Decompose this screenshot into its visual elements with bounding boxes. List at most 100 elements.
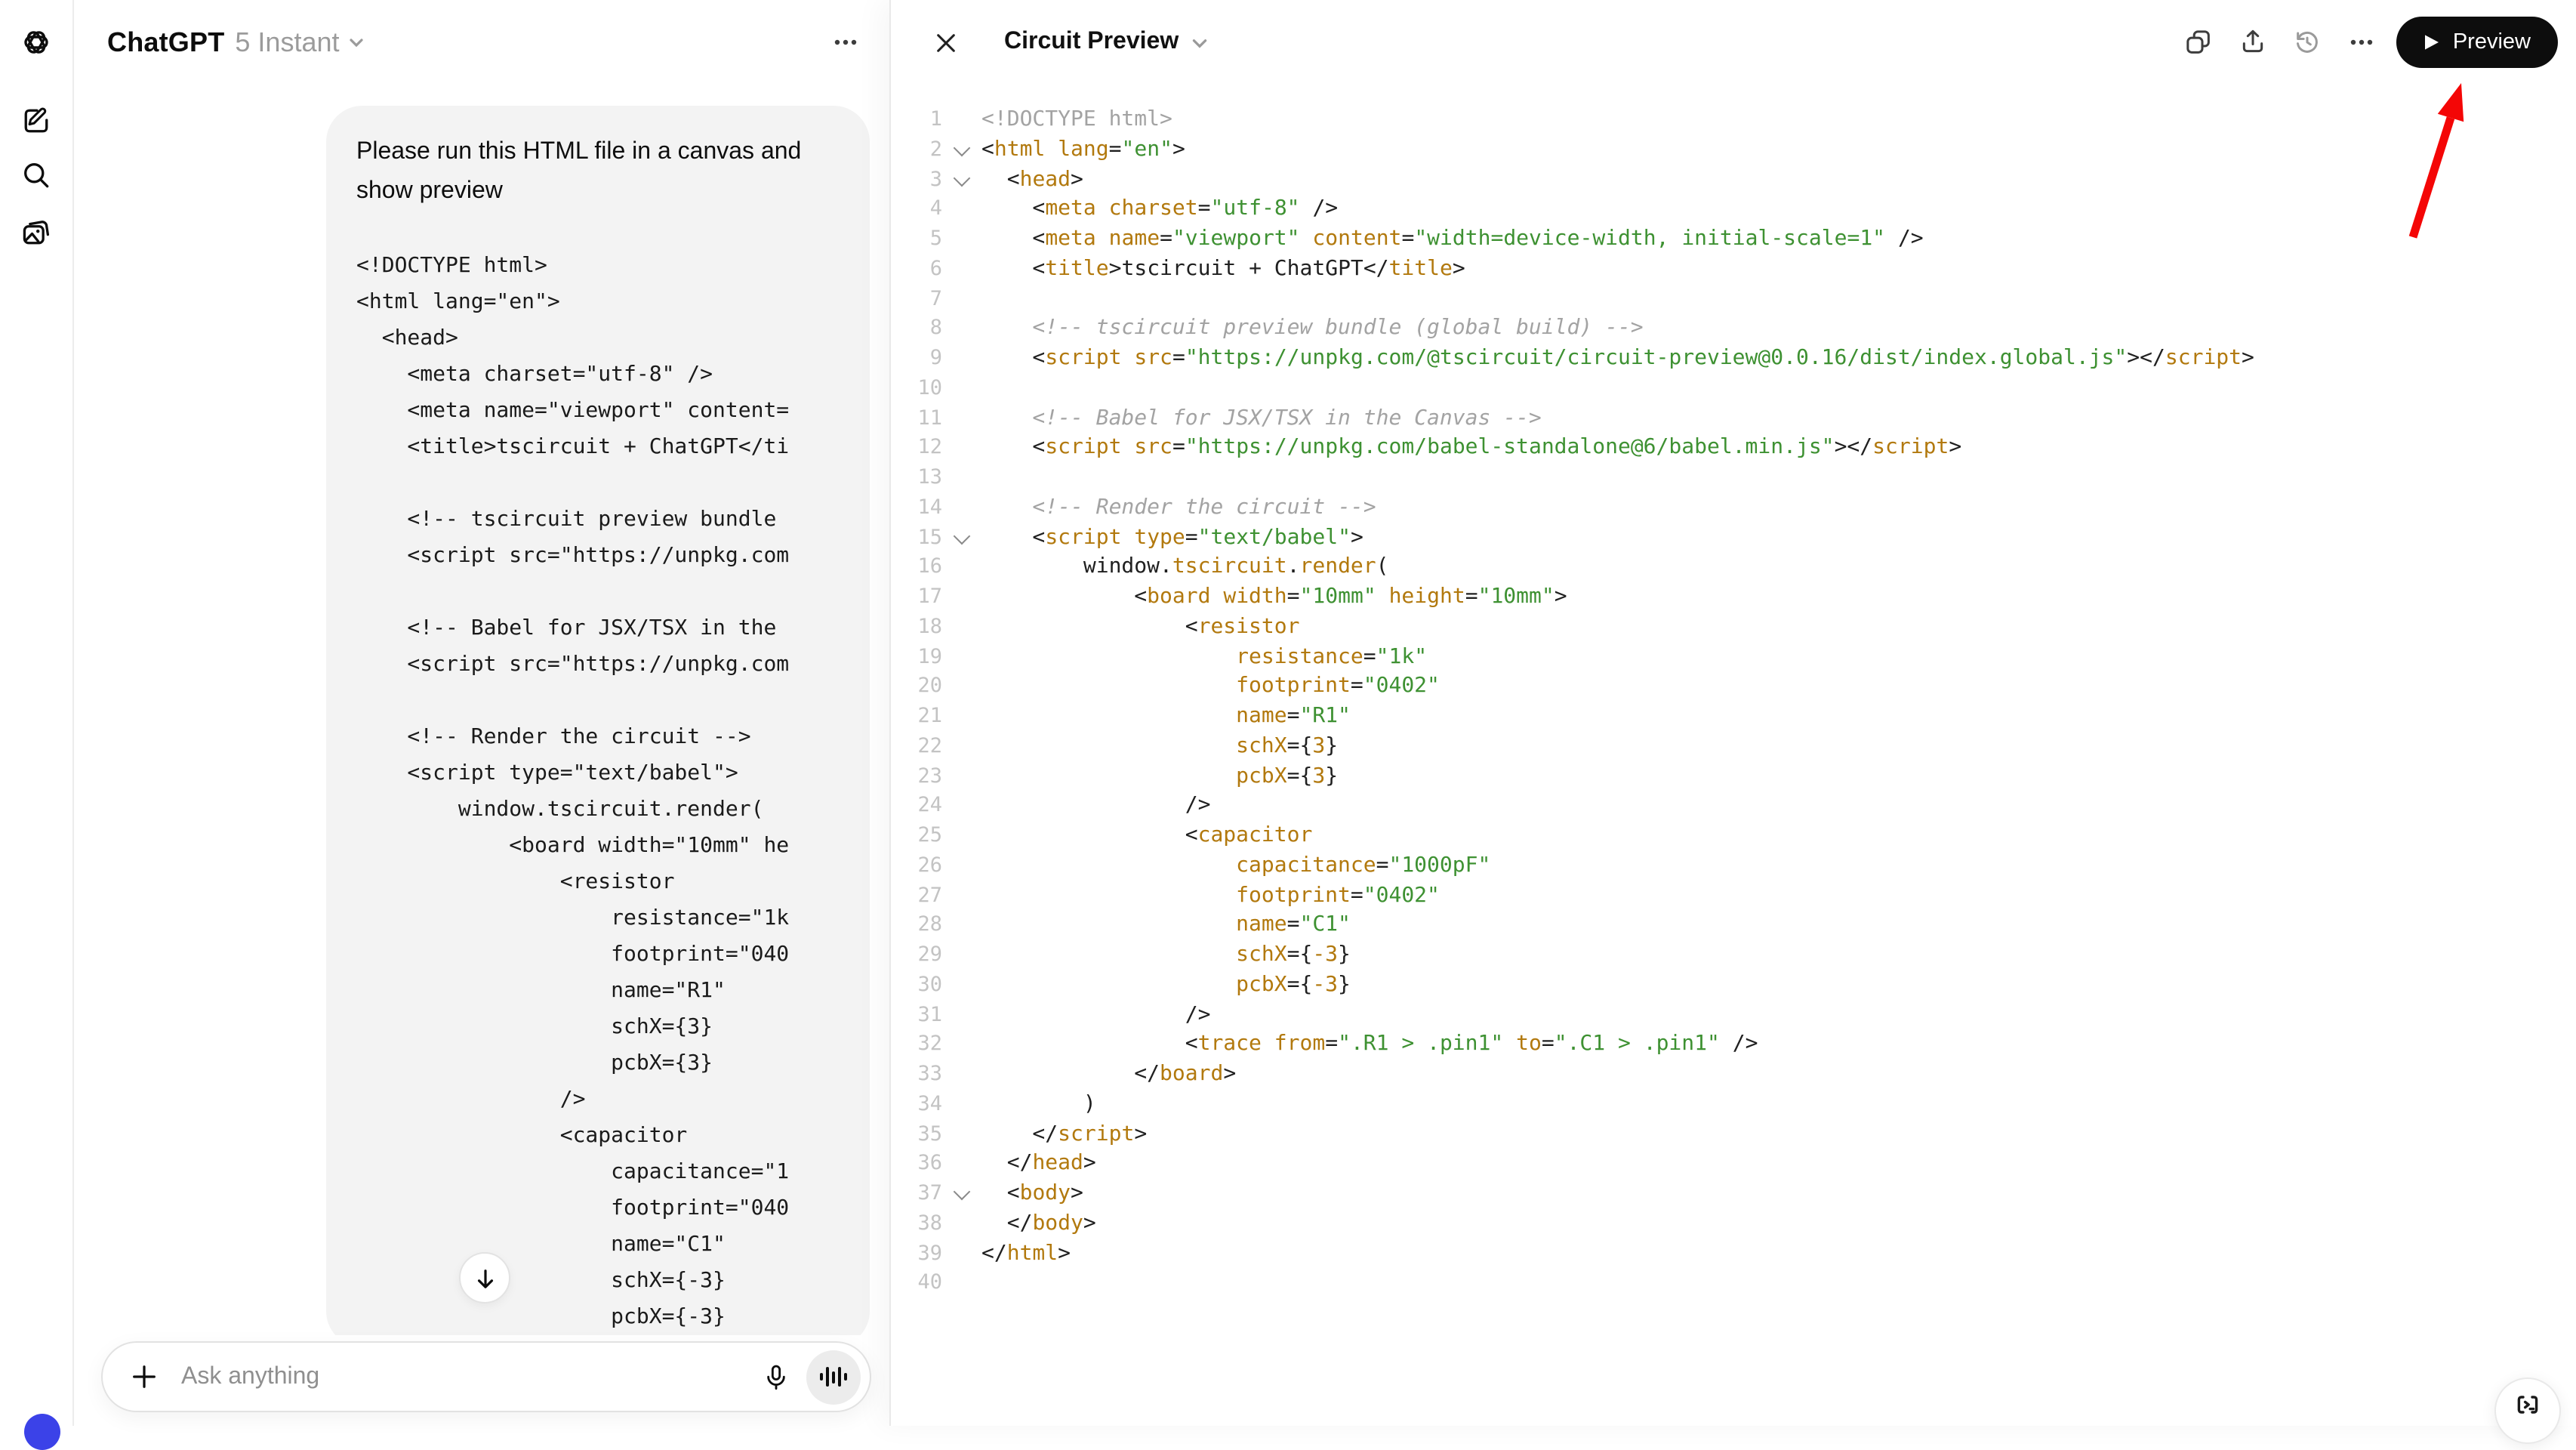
line-number[interactable]: 12 <box>891 434 942 464</box>
editor-line[interactable]: 4 <meta charset="utf-8" /> <box>891 196 2576 226</box>
library-button[interactable] <box>15 211 57 254</box>
line-number[interactable]: 31 <box>891 1001 942 1031</box>
line-number[interactable]: 33 <box>891 1060 942 1091</box>
editor-line[interactable]: 29 schX={-3} <box>891 941 2576 971</box>
line-number[interactable]: 15 <box>891 523 942 554</box>
scroll-to-bottom-button[interactable] <box>459 1252 510 1303</box>
voice-mode-button[interactable] <box>806 1350 861 1404</box>
line-number[interactable]: 27 <box>891 881 942 912</box>
editor-line[interactable]: 32 <trace from=".R1 > .pin1" to=".C1 > .… <box>891 1031 2576 1061</box>
user-avatar[interactable] <box>24 1414 60 1450</box>
line-number[interactable]: 20 <box>891 673 942 703</box>
editor-line[interactable]: 24 /> <box>891 792 2576 822</box>
editor-line[interactable]: 37 <body> <box>891 1180 2576 1210</box>
canvas-title[interactable]: Circuit Preview <box>1004 29 1179 56</box>
dictate-button[interactable] <box>758 1359 794 1395</box>
line-number[interactable]: 9 <box>891 344 942 375</box>
editor-line[interactable]: 20 footprint="0402" <box>891 673 2576 703</box>
editor-line[interactable]: 10 <box>891 375 2576 405</box>
editor-line[interactable]: 2<html lang="en"> <box>891 136 2576 166</box>
composer[interactable] <box>101 1341 871 1412</box>
editor-line[interactable]: 14 <!-- Render the circuit --> <box>891 494 2576 524</box>
line-number[interactable]: 6 <box>891 255 942 285</box>
console-button[interactable] <box>2494 1378 2561 1444</box>
openai-logo[interactable] <box>15 21 57 63</box>
line-number[interactable]: 37 <box>891 1180 942 1210</box>
editor-line[interactable]: 34 ) <box>891 1091 2576 1121</box>
editor-line[interactable]: 7 <box>891 285 2576 315</box>
editor-line[interactable]: 8 <!-- tscircuit preview bundle (global … <box>891 315 2576 345</box>
line-number[interactable]: 2 <box>891 136 942 166</box>
line-number[interactable]: 26 <box>891 852 942 882</box>
editor-line[interactable]: 30 pcbX={-3} <box>891 971 2576 1001</box>
line-number[interactable]: 8 <box>891 315 942 345</box>
line-number[interactable]: 16 <box>891 554 942 584</box>
line-number[interactable]: 13 <box>891 464 942 494</box>
line-number[interactable]: 25 <box>891 822 942 852</box>
editor-line[interactable]: 15 <script type="text/babel"> <box>891 523 2576 554</box>
editor-line[interactable]: 3 <head> <box>891 165 2576 196</box>
editor-line[interactable]: 40 <box>891 1270 2576 1300</box>
chevron-down-icon[interactable] <box>1189 32 1209 52</box>
editor-line[interactable]: 6 <title>tscircuit + ChatGPT</title> <box>891 255 2576 285</box>
fold-toggle[interactable] <box>942 523 981 554</box>
editor-line[interactable]: 9 <script src="https://unpkg.com/@tscirc… <box>891 344 2576 375</box>
history-button[interactable] <box>2291 26 2325 59</box>
line-number[interactable]: 18 <box>891 613 942 643</box>
line-number[interactable]: 24 <box>891 792 942 822</box>
fold-toggle[interactable] <box>942 136 981 166</box>
editor-line[interactable]: 1<!DOCTYPE html> <box>891 106 2576 136</box>
chat-input[interactable] <box>178 1362 758 1392</box>
line-number[interactable]: 22 <box>891 733 942 763</box>
editor-line[interactable]: 18 <resistor <box>891 613 2576 643</box>
share-button[interactable] <box>2237 26 2270 59</box>
editor-line[interactable]: 39</html> <box>891 1239 2576 1270</box>
chevron-down-icon[interactable] <box>347 33 365 51</box>
fold-toggle[interactable] <box>942 165 981 196</box>
search-button[interactable] <box>15 154 57 196</box>
editor-line[interactable]: 17 <board width="10mm" height="10mm"> <box>891 583 2576 613</box>
model-name[interactable]: ChatGPT <box>107 26 224 58</box>
attach-button[interactable] <box>127 1360 160 1393</box>
editor-line[interactable]: 22 schX={3} <box>891 733 2576 763</box>
line-number[interactable]: 10 <box>891 375 942 405</box>
editor-line[interactable]: 35 </script> <box>891 1120 2576 1150</box>
line-number[interactable]: 28 <box>891 912 942 942</box>
line-number[interactable]: 35 <box>891 1120 942 1150</box>
line-number[interactable]: 29 <box>891 941 942 971</box>
close-canvas-button[interactable] <box>924 21 966 63</box>
editor-line[interactable]: 12 <script src="https://unpkg.com/babel-… <box>891 434 2576 464</box>
editor-line[interactable]: 21 name="R1" <box>891 702 2576 733</box>
line-number[interactable]: 7 <box>891 285 942 315</box>
editor-line[interactable]: 23 pcbX={3} <box>891 762 2576 792</box>
editor-line[interactable]: 28 name="C1" <box>891 912 2576 942</box>
line-number[interactable]: 14 <box>891 494 942 524</box>
editor-line[interactable]: 36 </head> <box>891 1150 2576 1180</box>
editor-line[interactable]: 38 </body> <box>891 1210 2576 1240</box>
editor-line[interactable]: 25 <capacitor <box>891 822 2576 852</box>
chat-options-button[interactable] <box>826 23 865 62</box>
line-number[interactable]: 32 <box>891 1031 942 1061</box>
line-number[interactable]: 19 <box>891 643 942 673</box>
line-number[interactable]: 34 <box>891 1091 942 1121</box>
model-variant[interactable]: 5 Instant <box>235 26 339 58</box>
copy-button[interactable] <box>2183 26 2216 59</box>
line-number[interactable]: 1 <box>891 106 942 136</box>
line-number[interactable]: 5 <box>891 225 942 255</box>
canvas-more-button[interactable] <box>2346 26 2379 59</box>
editor-line[interactable]: 11 <!-- Babel for JSX/TSX in the Canvas … <box>891 404 2576 434</box>
line-number[interactable]: 39 <box>891 1239 942 1270</box>
line-number[interactable]: 3 <box>891 165 942 196</box>
preview-button[interactable]: Preview <box>2397 17 2558 68</box>
editor-line[interactable]: 5 <meta name="viewport" content="width=d… <box>891 225 2576 255</box>
line-number[interactable]: 36 <box>891 1150 942 1180</box>
line-number[interactable]: 40 <box>891 1270 942 1300</box>
line-number[interactable]: 21 <box>891 702 942 733</box>
editor-line[interactable]: 13 <box>891 464 2576 494</box>
editor-line[interactable]: 27 footprint="0402" <box>891 881 2576 912</box>
line-number[interactable]: 17 <box>891 583 942 613</box>
new-chat-button[interactable] <box>15 100 57 142</box>
editor-line[interactable]: 26 capacitance="1000pF" <box>891 852 2576 882</box>
line-number[interactable]: 38 <box>891 1210 942 1240</box>
editor-line[interactable]: 16 window.tscircuit.render( <box>891 554 2576 584</box>
